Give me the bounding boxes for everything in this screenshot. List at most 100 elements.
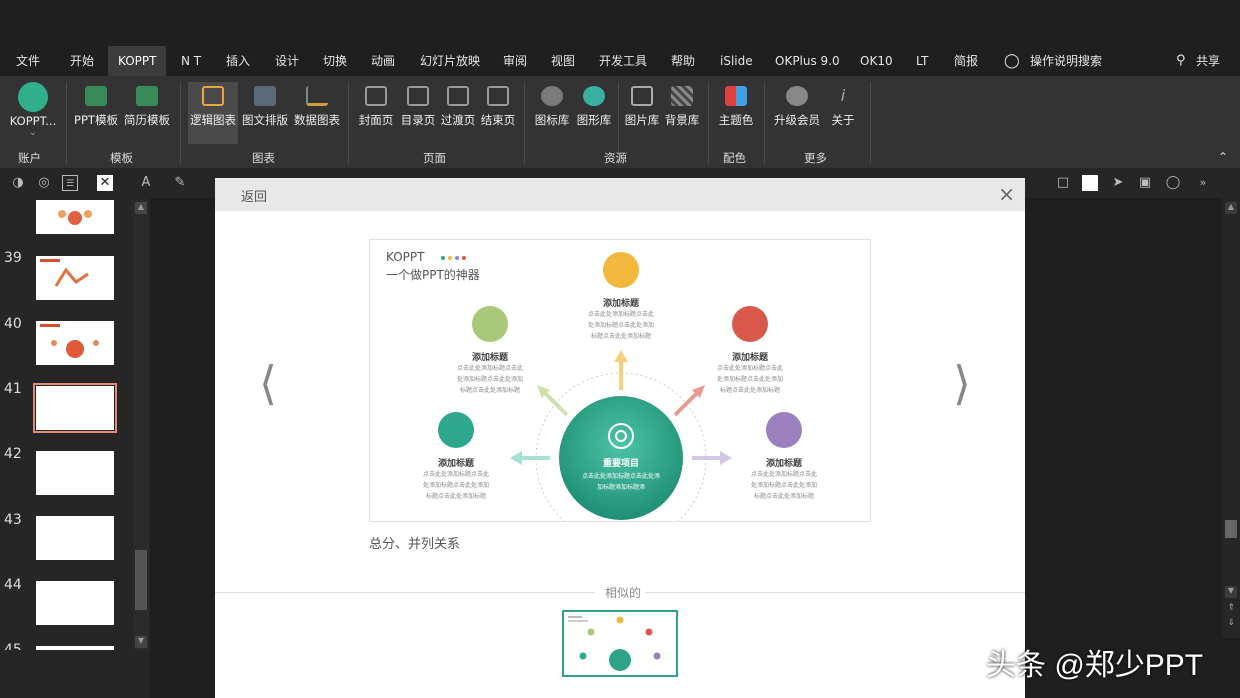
menu-animations[interactable]: 动画 [371, 46, 395, 76]
menu-slideshow[interactable]: 幻灯片放映 [420, 46, 480, 76]
shape-library-icon [583, 86, 605, 106]
menu-design[interactable]: 设计 [275, 46, 299, 76]
ribbon: KOPPT... ⌄ 账户 PPT模板 简历模板 模板 逻辑图表 图文排版 数据… [0, 76, 1240, 168]
image-icon[interactable]: ▣ [1137, 175, 1153, 191]
resume-template-button[interactable]: 简历模板 [122, 82, 172, 144]
org-chart-icon [202, 86, 224, 106]
pen-icon[interactable]: ✎ [172, 175, 188, 191]
scroll-down-icon[interactable]: ▼ [135, 636, 147, 648]
icon-library-button[interactable]: 图标库 [532, 82, 572, 144]
chevron-down-icon: ⌄ [29, 128, 37, 138]
divider [764, 82, 765, 164]
menu-view[interactable]: 视图 [551, 46, 575, 76]
slide-thumbnail[interactable] [36, 256, 114, 300]
upgrade-member-button[interactable]: 升级会员 [772, 82, 822, 144]
node-top-left: 添加标题 点击此处添加标题点击此 处添加标题点击此处添加 标题点击此处添加标题 [445, 350, 535, 396]
share-button[interactable]: 共享 [1196, 46, 1220, 76]
menu-islide[interactable]: iSlide [720, 46, 753, 76]
node-title: 添加标题 [437, 459, 474, 469]
slide-thumbnail[interactable] [36, 386, 114, 430]
slide-number: 42 [4, 446, 22, 462]
font-icon[interactable]: A [138, 175, 154, 191]
menu-koppt[interactable]: KOPPT [108, 46, 167, 76]
text-image-button[interactable]: 图文排版 [240, 82, 290, 144]
scrollbar-thumb[interactable] [135, 550, 147, 610]
end-page-button[interactable]: 结束页 [478, 82, 518, 144]
node-title: 添加标题 [731, 353, 768, 363]
node-top: 添加标题 点击此处添加标题点击此 处添加标题点击此处添加 标题点击此处添加标题 [576, 296, 666, 342]
logic-chart-label: 逻辑图表 [190, 113, 236, 127]
about-button[interactable]: i 关于 [828, 82, 858, 144]
slide-thumbnail[interactable] [36, 451, 114, 495]
shape-library-button[interactable]: 图形库 [574, 82, 614, 144]
menu-lt[interactable]: LT [916, 46, 928, 76]
more-icon[interactable]: » [1195, 175, 1211, 191]
collapse-ribbon-icon[interactable]: ⌃ [1218, 150, 1228, 164]
menu-developer[interactable]: 开发工具 [599, 46, 647, 76]
toc-page-button[interactable]: 目录页 [398, 82, 438, 144]
shape-library-label: 图形库 [576, 113, 612, 127]
menu-brief[interactable]: 简报 [954, 46, 978, 76]
data-chart-button[interactable]: 数据图表 [292, 82, 342, 144]
menu-file[interactable]: 文件 [16, 46, 40, 76]
koppt-account-button[interactable]: KOPPT... ⌄ [6, 82, 60, 144]
slide-panel-scrollbar[interactable]: ▲ ▼ [133, 200, 149, 650]
slide-thumbnail[interactable] [36, 516, 114, 560]
transition-page-button[interactable]: 过渡页 [438, 82, 478, 144]
group-page-label: 页面 [423, 151, 446, 165]
tell-me-search[interactable]: 操作说明搜索 [1030, 46, 1102, 76]
watermark: 头条 @郑少PPT [986, 649, 1204, 682]
icon-library-label: 图标库 [534, 113, 570, 127]
upgrade-label: 升级会员 [774, 113, 820, 127]
next-slide-icon[interactable]: ⇓ [1225, 618, 1237, 630]
toolbar-icon[interactable]: ◑ [10, 175, 26, 191]
cross-box-icon[interactable]: ✕ [97, 175, 113, 191]
group-account-label: 账户 [18, 151, 41, 165]
slide-thumbnail[interactable] [36, 646, 114, 650]
text-box-icon[interactable]: ☰ [62, 175, 78, 191]
menu-okplus[interactable]: OKPlus 9.0 [775, 46, 840, 76]
slide-number: 41 [4, 381, 22, 397]
fill-square-icon[interactable] [1082, 175, 1098, 191]
crop-icon[interactable]: □ [1055, 175, 1071, 191]
bird-icon[interactable]: ➤ [1110, 175, 1126, 191]
menu-help[interactable]: 帮助 [671, 46, 695, 76]
menu-review[interactable]: 审阅 [503, 46, 527, 76]
image-library-button[interactable]: 图片库 [622, 82, 662, 144]
slide-number: 40 [4, 316, 22, 332]
editor-scrollbar[interactable]: ▲ ▼ ⇑ ⇓ [1222, 198, 1240, 638]
back-button[interactable]: 返回 [241, 186, 267, 205]
theme-color-button[interactable]: 主题色 [716, 82, 756, 144]
cover-page-button[interactable]: 封面页 [356, 82, 396, 144]
scroll-up-icon[interactable]: ▲ [1225, 202, 1237, 214]
circle-icon[interactable]: ◯ [1165, 175, 1181, 191]
menu-ok10[interactable]: OK10 [860, 46, 893, 76]
ppt-template-button[interactable]: PPT模板 [72, 82, 120, 144]
node-text: 标题点击此处添加标题 [719, 387, 780, 394]
slide-thumbnail[interactable] [36, 321, 114, 365]
koppt-label: KOPPT... [9, 114, 57, 128]
node-title: 添加标题 [471, 353, 508, 363]
toc-icon [407, 86, 429, 106]
slide-thumbnail[interactable] [36, 581, 114, 625]
icon-library-icon [541, 86, 563, 106]
menu-home[interactable]: 开始 [70, 46, 94, 76]
scrollbar-thumb[interactable] [1225, 520, 1237, 538]
cover-icon [365, 86, 387, 106]
logic-chart-button[interactable]: 逻辑图表 [188, 82, 238, 144]
node-text: 标题点击此处添加标题 [459, 387, 520, 394]
slide-thumbnail[interactable] [36, 200, 114, 234]
close-icon[interactable]: × [998, 182, 1015, 206]
scroll-down-icon[interactable]: ▼ [1225, 586, 1237, 598]
scroll-up-icon[interactable]: ▲ [135, 202, 147, 214]
menu-insert[interactable]: 插入 [226, 46, 250, 76]
next-arrow-icon[interactable]: ⟩ [953, 356, 971, 410]
similar-template-thumbnail[interactable] [562, 610, 678, 677]
menu-transitions[interactable]: 切换 [323, 46, 347, 76]
background-library-button[interactable]: 背景库 [662, 82, 702, 144]
image-library-label: 图片库 [624, 113, 660, 127]
menu-nt[interactable]: N T [181, 46, 201, 76]
toolbar-icon[interactable]: ◎ [36, 175, 52, 191]
prev-slide-icon[interactable]: ⇑ [1225, 603, 1237, 615]
previous-arrow-icon[interactable]: ⟨ [259, 356, 277, 410]
